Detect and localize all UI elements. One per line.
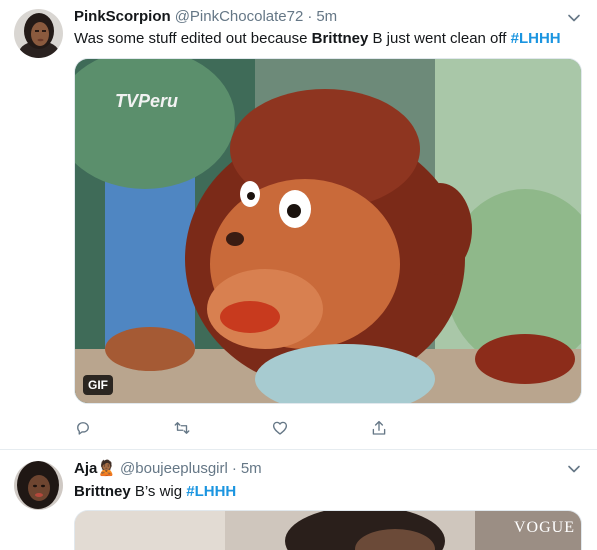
image-media[interactable]: VOGUE (74, 510, 582, 550)
user-handle[interactable]: @boujeeplusgirl (120, 460, 228, 477)
tweet-actions (74, 419, 404, 441)
tweet-text: Brittney B’s wig #LHHH (74, 482, 236, 502)
user-handle[interactable]: @PinkChocolate72 (175, 8, 304, 25)
separator-dot: · (231, 460, 237, 477)
gif-badge: GIF (83, 375, 113, 395)
tweet-text-part: B just went clean off (368, 30, 511, 47)
watermark: TVPeru (115, 91, 179, 111)
tweet-header: PinkScorpion @PinkChocolate72 · 5m (74, 7, 337, 27)
chevron-down-icon[interactable] (566, 10, 582, 26)
gif-media[interactable]: TVPeru GIF (74, 58, 582, 404)
tweet-text-bold: Brittney (311, 30, 369, 47)
avatar[interactable] (14, 9, 63, 58)
tweet-text-part: Was some stuff edited out because (74, 30, 312, 47)
tweet[interactable]: PinkScorpion @PinkChocolate72 · 5m Was some… (0, 0, 597, 450)
tweet-text-bold: Brittney (74, 483, 131, 500)
emoji: 🙎🏾 (97, 460, 117, 477)
tweet-text-part: B’s wig (130, 483, 187, 500)
separator-dot: · (307, 8, 313, 25)
watermark: VOGUE (514, 519, 575, 536)
display-name[interactable]: PinkScorpion (74, 8, 171, 25)
tweet[interactable]: Aja🙎🏾 @boujeeplusgirl · 5m Brittney B’s wig… (0, 451, 597, 550)
share-icon[interactable] (370, 419, 392, 441)
tweet-header: Aja🙎🏾 @boujeeplusgirl · 5m (74, 459, 262, 479)
timestamp[interactable]: 5m (241, 460, 262, 477)
tweet-text: Was some stuff edited out because Brittn… (74, 29, 561, 49)
chevron-down-icon[interactable] (566, 461, 582, 477)
like-icon[interactable] (271, 419, 293, 441)
timestamp[interactable]: 5m (316, 8, 337, 25)
avatar[interactable] (14, 461, 63, 510)
display-name[interactable]: Aja (74, 460, 97, 477)
reply-icon[interactable] (74, 419, 96, 441)
hashtag-link[interactable]: #LHHH (511, 30, 561, 47)
hashtag-link[interactable]: #LHHH (186, 483, 236, 500)
retweet-icon[interactable] (173, 419, 195, 441)
